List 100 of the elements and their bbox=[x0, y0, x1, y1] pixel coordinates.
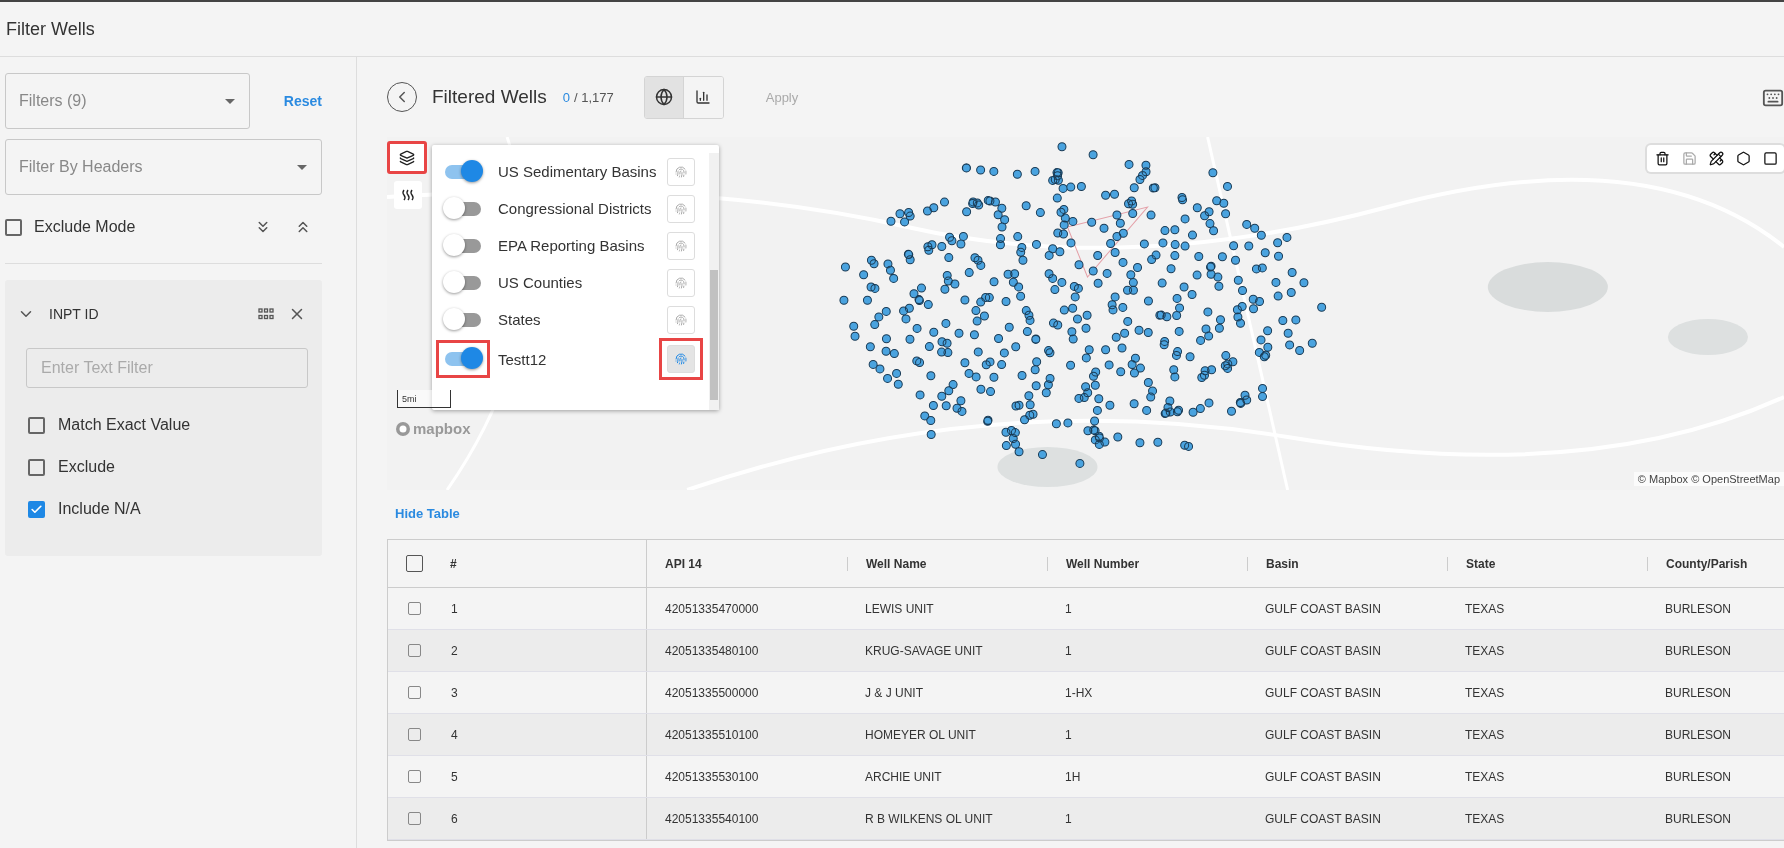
option-checkbox[interactable] bbox=[28, 458, 45, 476]
draw-tool-button[interactable] bbox=[1763, 151, 1778, 166]
table-cell-text: J & J UNIT bbox=[864, 685, 924, 700]
draw-tool-button[interactable] bbox=[1655, 151, 1670, 166]
table-cell-text: GULF COAST BASIN bbox=[1264, 811, 1382, 826]
trash-icon bbox=[1655, 151, 1670, 166]
layers-button[interactable] bbox=[387, 141, 427, 174]
table-cell-text: LEWIS UNIT bbox=[864, 601, 935, 616]
table-cell-text: BURLESON bbox=[1664, 685, 1733, 700]
selected-count: 0 bbox=[562, 89, 570, 105]
fingerprint-icon bbox=[675, 165, 687, 178]
table-cell-text: GULF COAST BASIN bbox=[1264, 601, 1382, 616]
heatmap-button[interactable] bbox=[394, 181, 422, 209]
table-cell-text: 1 bbox=[1064, 811, 1073, 826]
option-label: Match Exact Value bbox=[58, 416, 191, 434]
checkbox-label: Exclude Mode bbox=[34, 218, 137, 236]
option-checkbox[interactable] bbox=[28, 500, 45, 518]
table-cell-text: 42051335540100 bbox=[664, 811, 760, 826]
table-title: Filtered Wells bbox=[432, 86, 547, 108]
keyboard-icon[interactable] bbox=[1762, 87, 1784, 109]
row-checkbox[interactable] bbox=[408, 812, 421, 825]
caret-icon bbox=[297, 164, 307, 170]
fingerprint-icon bbox=[675, 239, 687, 252]
total-count: / 1,177 bbox=[573, 89, 614, 105]
layer-toggle[interactable] bbox=[444, 159, 482, 184]
table-cell: 6 bbox=[451, 811, 458, 826]
locate-layer-button[interactable] bbox=[667, 345, 695, 373]
fingerprint-icon bbox=[675, 202, 687, 215]
draw-tool-button[interactable] bbox=[1709, 151, 1724, 166]
table-cell-text: 1 bbox=[1064, 643, 1073, 658]
table-cell-text: BURLESON bbox=[1664, 769, 1733, 784]
row-checkbox[interactable] bbox=[408, 644, 421, 657]
table-cell-text: 42051335470000 bbox=[664, 601, 760, 616]
draw-tool-button[interactable] bbox=[1736, 151, 1751, 166]
table-cell: 4 bbox=[451, 727, 458, 742]
grid-icon[interactable] bbox=[258, 308, 274, 320]
table-cell-text: GULF COAST BASIN bbox=[1264, 769, 1382, 784]
table-cell-text: TEXAS bbox=[1464, 601, 1506, 616]
view-toggle-button[interactable] bbox=[644, 76, 684, 118]
table-cell-text: TEXAS bbox=[1464, 727, 1506, 742]
row-checkbox[interactable] bbox=[408, 770, 421, 783]
select-all-checkbox[interactable] bbox=[406, 555, 423, 572]
heat-waves-icon bbox=[401, 188, 415, 202]
column-header[interactable]: Well Name bbox=[847, 556, 1047, 571]
table-cell-text: BURLESON bbox=[1664, 601, 1733, 616]
table-cell-text: 42051335500000 bbox=[664, 685, 760, 700]
row-checkbox[interactable] bbox=[408, 686, 421, 699]
table-cell-text: GULF COAST BASIN bbox=[1264, 685, 1382, 700]
option-label: Include N/A bbox=[58, 500, 141, 518]
layer-toggle[interactable] bbox=[444, 347, 482, 371]
option-checkbox[interactable] bbox=[28, 416, 45, 434]
column-header[interactable]: State bbox=[1447, 556, 1647, 571]
layer-label: EPA Reporting Basins bbox=[498, 236, 646, 256]
save-icon bbox=[1682, 151, 1697, 166]
column-header[interactable]: County/Parish bbox=[1647, 556, 1784, 571]
filter-title: INPT ID bbox=[49, 306, 100, 322]
option-label: Exclude bbox=[58, 458, 115, 476]
table-cell-text: GULF COAST BASIN bbox=[1264, 727, 1382, 742]
table-cell-text: BURLESON bbox=[1664, 727, 1733, 742]
map-scale: 5mi bbox=[397, 390, 451, 408]
map-logo: mapbox bbox=[413, 420, 471, 437]
layer-toggle[interactable] bbox=[444, 307, 482, 332]
layer-label: States bbox=[498, 310, 542, 330]
row-checkbox[interactable] bbox=[408, 728, 421, 741]
hexagon-icon bbox=[1736, 151, 1751, 166]
fingerprint-icon bbox=[675, 353, 687, 365]
table-cell-text: KRUG-SAVAGE UNIT bbox=[864, 643, 984, 658]
table-cell-text: R B WILKENS OL UNIT bbox=[864, 811, 994, 826]
page-title: Filter Wells bbox=[6, 18, 95, 40]
scrollbar[interactable] bbox=[709, 153, 719, 410]
table-cell-text: 1 bbox=[1064, 601, 1073, 616]
table-cell-text: TEXAS bbox=[1464, 685, 1506, 700]
table-cell-text: 1H bbox=[1064, 769, 1082, 784]
table-cell-text: GULF COAST BASIN bbox=[1264, 643, 1382, 658]
row-checkbox[interactable] bbox=[408, 602, 421, 615]
caret-icon bbox=[224, 98, 235, 104]
table-cell-text: 42051335480100 bbox=[664, 643, 760, 658]
logo-icon bbox=[395, 420, 411, 437]
table-cell: 2 bbox=[451, 643, 458, 658]
table-cell: 5 bbox=[451, 769, 458, 784]
fingerprint-icon bbox=[675, 313, 687, 326]
pencil-ruler-icon bbox=[1709, 151, 1724, 166]
text-filter-input[interactable]: Enter Text Filter bbox=[26, 348, 308, 388]
exclude-mode-checkbox[interactable] bbox=[5, 218, 22, 236]
bar-chart-icon bbox=[695, 89, 712, 105]
table-cell-text: 42051335530100 bbox=[664, 769, 760, 784]
layer-toggle[interactable] bbox=[444, 270, 482, 295]
column-header[interactable]: Basin bbox=[1247, 556, 1447, 571]
column-header[interactable]: Well Number bbox=[1047, 556, 1247, 571]
layer-label: US Counties bbox=[498, 273, 584, 293]
check-icon bbox=[30, 502, 43, 516]
globe-icon bbox=[654, 88, 673, 106]
layer-label: Congressional Districts bbox=[498, 199, 653, 219]
layer-toggle[interactable] bbox=[444, 233, 482, 258]
table-cell-text: BURLESON bbox=[1664, 643, 1733, 658]
map-attribution: © Mapbox © OpenStreetMap bbox=[1633, 472, 1784, 486]
layer-toggle[interactable] bbox=[444, 196, 482, 221]
table-cell-text: 42051335510100 bbox=[664, 727, 760, 742]
table-cell-text: 1-HX bbox=[1064, 685, 1094, 700]
column-header[interactable]: API 14 bbox=[647, 556, 847, 571]
